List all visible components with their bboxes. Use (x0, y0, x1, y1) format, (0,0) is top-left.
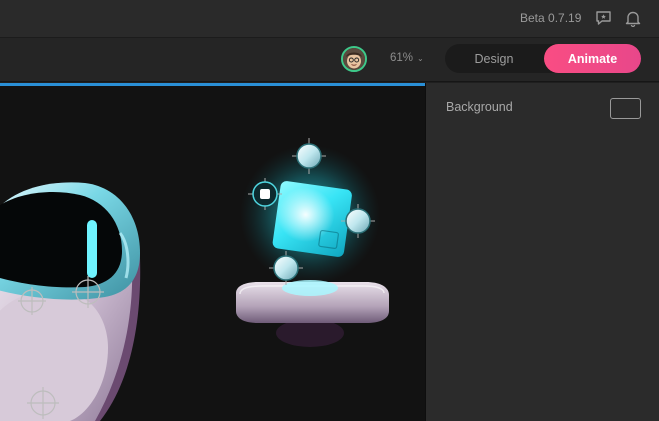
feedback-icon[interactable] (593, 8, 613, 28)
top-bar: Beta 0.7.19 (0, 0, 659, 38)
chevron-down-icon: ⌄ (417, 53, 424, 63)
artboard-canvas[interactable] (0, 83, 425, 421)
zoom-dropdown[interactable]: 61% ⌄ (390, 52, 424, 64)
properties-panel: Background (426, 83, 659, 421)
selection-indicator (0, 83, 425, 86)
canvas-artwork (0, 138, 389, 421)
bell-icon[interactable] (623, 8, 643, 28)
version-label: Beta 0.7.19 (520, 11, 582, 25)
background-color-swatch[interactable] (610, 98, 641, 119)
background-label: Background (446, 100, 513, 114)
app-window: Beta 0.7.19 61% ⌄ Design Animate Backgro… (0, 0, 659, 421)
design-mode-button[interactable]: Design (445, 44, 543, 73)
user-avatar[interactable] (341, 46, 367, 72)
zoom-value: 61% (390, 52, 414, 64)
animate-mode-button[interactable]: Animate (544, 44, 641, 73)
mode-switch: Design Animate (445, 44, 641, 73)
hologram-projector[interactable] (236, 145, 389, 347)
editor-toolbar: 61% ⌄ Design Animate (0, 38, 659, 82)
